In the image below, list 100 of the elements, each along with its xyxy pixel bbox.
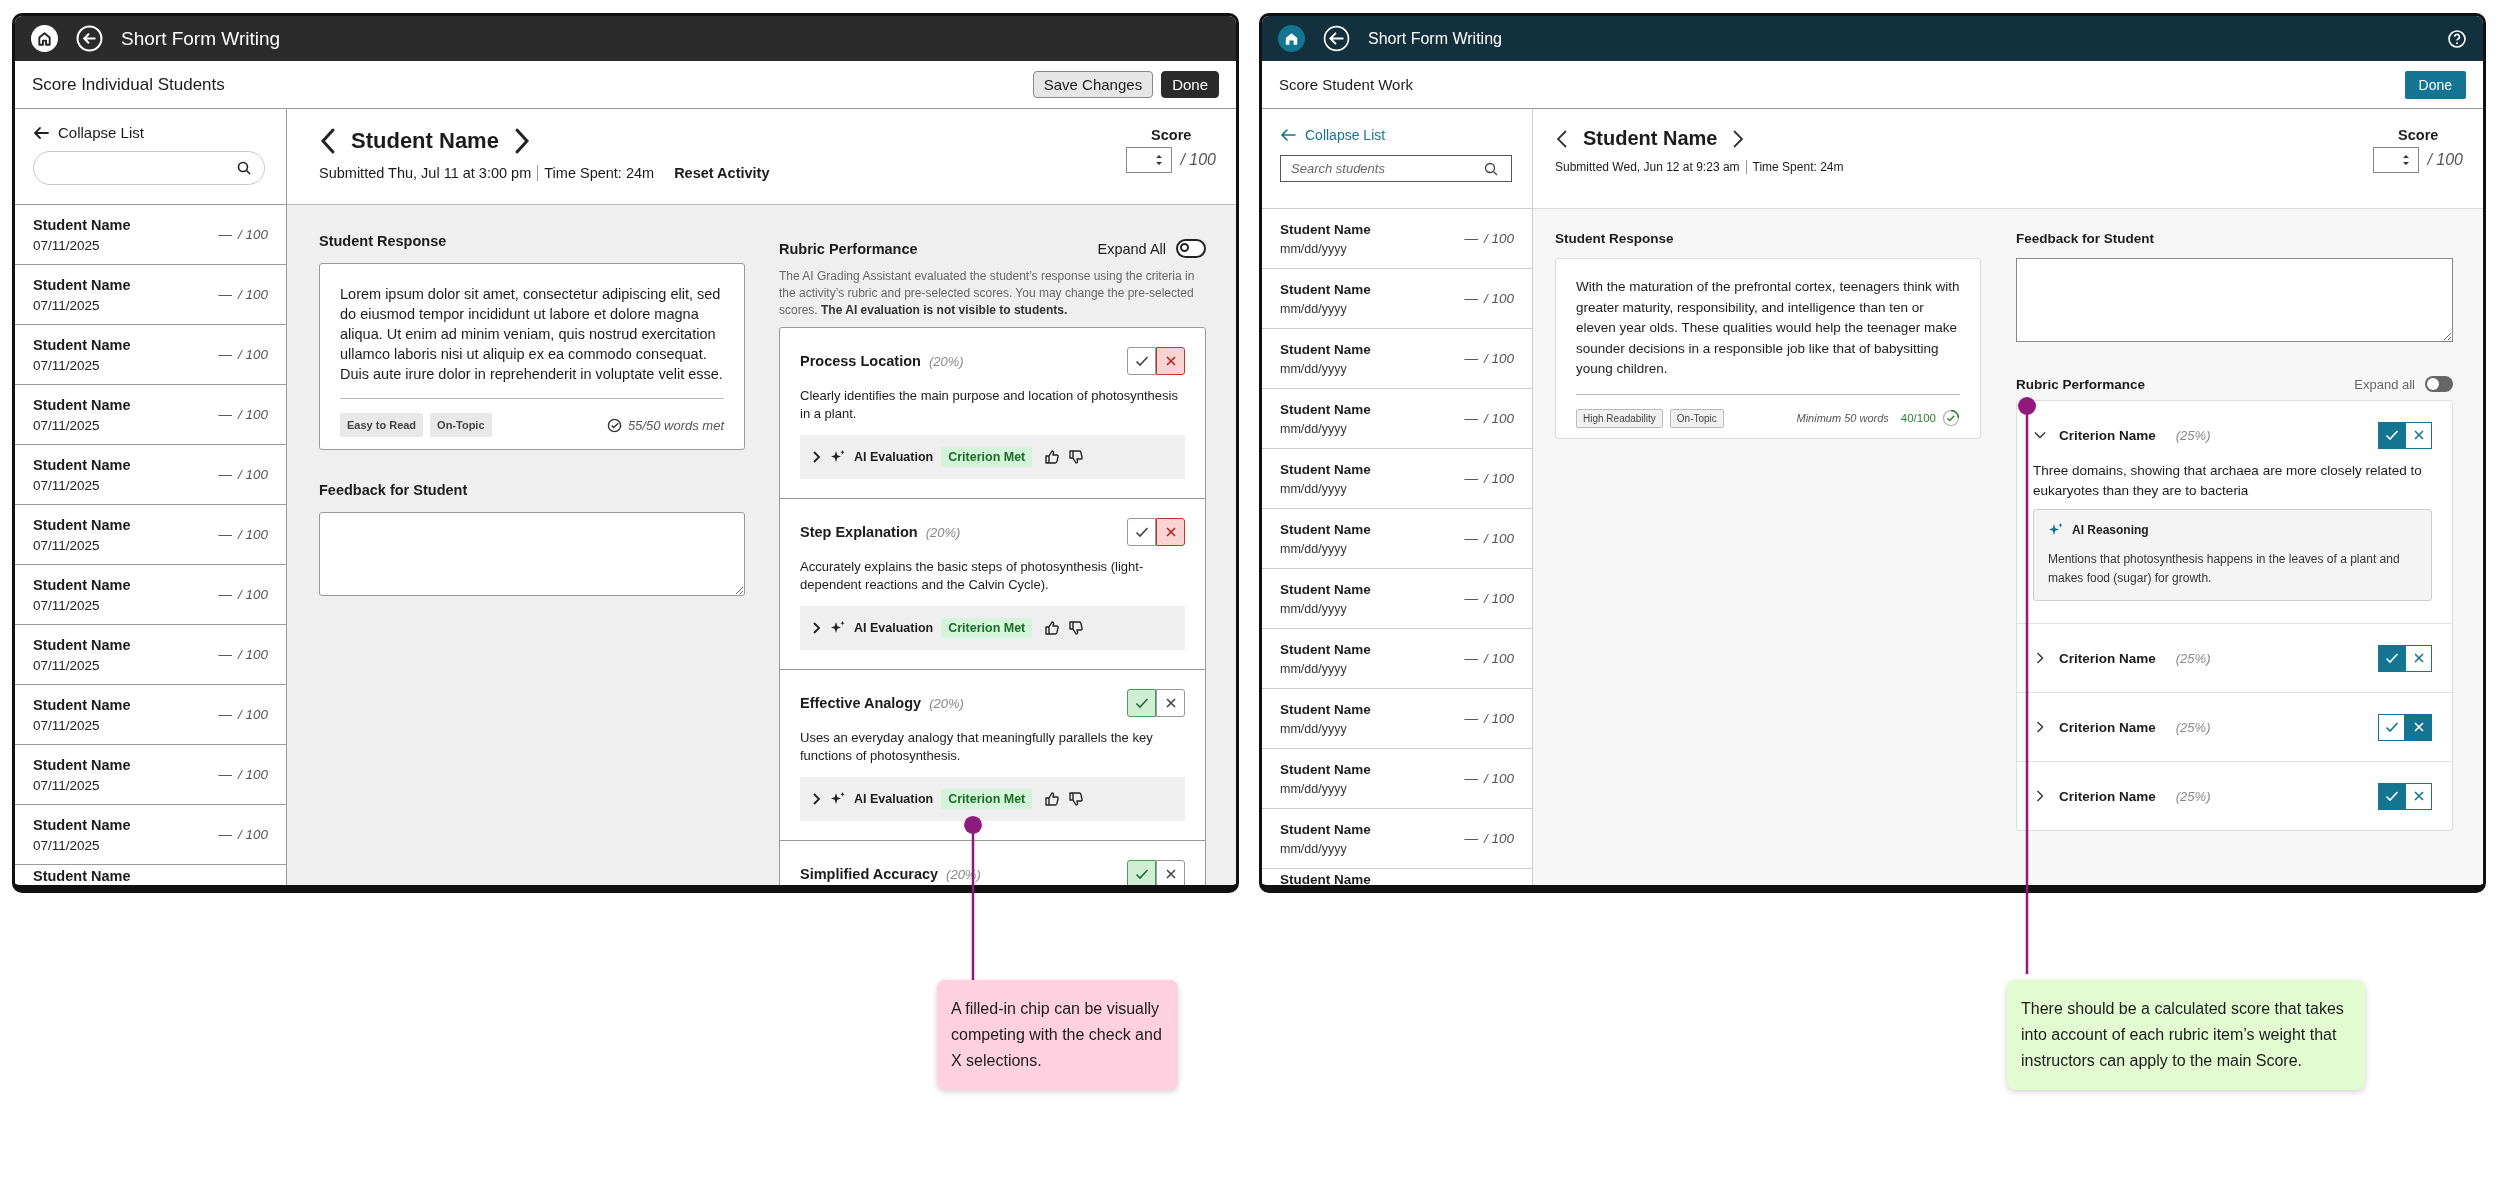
done-button[interactable]: Done [1161,71,1219,98]
chevron-right-icon [812,621,822,635]
home-icon[interactable] [31,25,58,52]
student-list-item[interactable]: Student Name mm/dd/yyyy — / 100 [1262,449,1532,509]
reset-activity-link[interactable]: Reset Activity [674,165,770,181]
thumbs-up-icon[interactable] [1044,620,1061,636]
score-max: / 100 [237,347,268,362]
student-list-item[interactable]: Student Name 07/11/2025 — / 100 [15,745,286,805]
thumbs-down-icon[interactable] [1068,620,1085,636]
thumbs-down-icon[interactable] [1068,791,1085,807]
collapse-list-link[interactable]: Collapse List [33,124,144,141]
score-input[interactable] [2373,147,2420,173]
student-list-item[interactable]: Student Name mm/dd/yyyy — / 100 [1262,329,1532,389]
close-icon [2412,652,2425,664]
done-button[interactable]: Done [2404,70,2466,99]
spinner-arrows-icon[interactable] [2402,153,2411,167]
collapse-list-link[interactable]: Collapse List [1280,127,1386,143]
help-icon[interactable] [2447,28,2467,49]
submission-date: 07/11/2025 [33,297,101,313]
expand-all-toggle[interactable] [2425,376,2453,392]
student-name: Student Name [1280,821,1371,837]
student-list-item[interactable]: Student Name mm/dd/yyyy — / 100 [1262,389,1532,449]
student-list-item[interactable]: Student Name mm/dd/yyyy — / 100 [1262,629,1532,689]
ai-evaluation-panel[interactable]: AI Evaluation Criterion Met [800,777,1185,821]
submission-date: mm/dd/yyyy [1280,781,1348,796]
home-icon[interactable] [1278,25,1305,52]
student-list-item[interactable]: Student Name mm/dd/yyyy — / 100 [1262,749,1532,809]
student-list-item[interactable]: Student Name 07/11/2025 — / 100 [15,685,286,745]
student-list-item[interactable]: Student Name mm/dd/yyyy — / 100 [1262,509,1532,569]
student-list-item[interactable]: Student Name 07/11/2025 — / 100 [15,805,286,865]
previous-icon[interactable] [319,127,337,155]
student-list-item[interactable]: Student Name [1262,869,1532,885]
back-icon[interactable] [1323,25,1350,52]
student-list-item[interactable]: Student Name mm/dd/yyyy — / 100 [1262,809,1532,869]
met-button[interactable] [1127,689,1156,717]
student-name: Student Name [1280,401,1371,417]
expand-all-toggle[interactable] [1176,239,1206,258]
criterion-name: Simplified Accuracy [800,866,939,882]
submission-date: 07/11/2025 [33,657,101,673]
previous-icon[interactable] [1555,127,1569,150]
not-met-button[interactable] [2405,644,2432,672]
score-max: / 100 [1483,591,1514,606]
search-field[interactable]: Search students [1280,155,1512,182]
tag: On-Topic [430,413,492,437]
annotation-note: There should be a calculated score that takes into account of each rubric item’s weight that instructors can apply to the main Score. [2007,980,2365,1090]
chevron-right-icon [812,792,822,806]
feedback-field[interactable] [2016,258,2453,342]
not-met-button[interactable] [1156,860,1185,885]
score-input[interactable] [1126,147,1173,173]
student-list-item[interactable]: Student Name 07/11/2025 — / 100 [15,205,286,265]
page-title: Score Student Work [1279,76,1413,93]
next-icon[interactable] [1731,127,1746,150]
student-list-item[interactable]: Student Name mm/dd/yyyy — / 100 [1262,209,1532,269]
met-button[interactable] [2378,782,2405,810]
met-button[interactable] [1127,347,1156,375]
student-name: Student Name [33,816,131,833]
criterion-met-chip: Criterion Met [941,618,1033,638]
thumbs-up-icon[interactable] [1044,791,1061,807]
student-name: Student Name [33,396,131,413]
score-max: / 100 [1483,771,1514,786]
score-max: / 100 [237,287,268,302]
submitted-date: Submitted Thu, Jul 11 at 3:00 pm [319,165,532,181]
not-met-button[interactable] [2405,782,2432,810]
met-button[interactable] [2378,644,2405,672]
student-list-item[interactable]: Student Name 07/11/2025 — / 100 [15,625,286,685]
back-icon[interactable] [76,25,103,52]
ai-evaluation-panel[interactable]: AI Evaluation Criterion Met [800,606,1185,650]
student-list-item[interactable]: Student Name 07/11/2025 — / 100 [15,325,286,385]
student-list-item[interactable]: Student Name [15,865,286,885]
met-button[interactable] [1127,518,1156,546]
close-icon [2412,429,2425,441]
met-button[interactable] [2378,713,2405,741]
submission-date: 07/11/2025 [33,477,101,493]
student-list-item[interactable]: Student Name mm/dd/yyyy — / 100 [1262,569,1532,629]
student-list-item[interactable]: Student Name 07/11/2025 — / 100 [15,265,286,325]
student-list-item[interactable]: Student Name 07/11/2025 — / 100 [15,385,286,445]
check-icon [1134,526,1149,538]
thumbs-up-icon[interactable] [1044,449,1061,465]
close-icon [2412,721,2425,733]
score-max: / 100 [2427,151,2463,169]
thumbs-down-icon[interactable] [1068,449,1085,465]
student-list-item[interactable]: Student Name 07/11/2025 — / 100 [15,445,286,505]
student-name: Student Name [33,336,131,353]
met-button[interactable] [2378,421,2405,449]
not-met-button[interactable] [2405,421,2432,449]
score-dash: — [218,347,232,362]
ai-evaluation-panel[interactable]: AI Evaluation Criterion Met [800,435,1185,479]
score-max: / 100 [1483,531,1514,546]
student-list-item[interactable]: Student Name 07/11/2025 — / 100 [15,565,286,625]
student-list-item[interactable]: Student Name mm/dd/yyyy — / 100 [1262,689,1532,749]
student-name: Student Name [33,756,131,773]
spinner-arrows-icon[interactable] [1155,153,1164,167]
not-met-button[interactable] [2405,713,2432,741]
section-heading: Student Response [1555,231,1675,246]
submission-date: mm/dd/yyyy [1280,841,1348,856]
save-button[interactable]: Save Changes [1032,71,1154,98]
student-list-item[interactable]: Student Name 07/11/2025 — / 100 [15,505,286,565]
submission-date: 07/11/2025 [33,237,101,253]
feedback-field[interactable] [319,512,745,596]
student-list-item[interactable]: Student Name mm/dd/yyyy — / 100 [1262,269,1532,329]
